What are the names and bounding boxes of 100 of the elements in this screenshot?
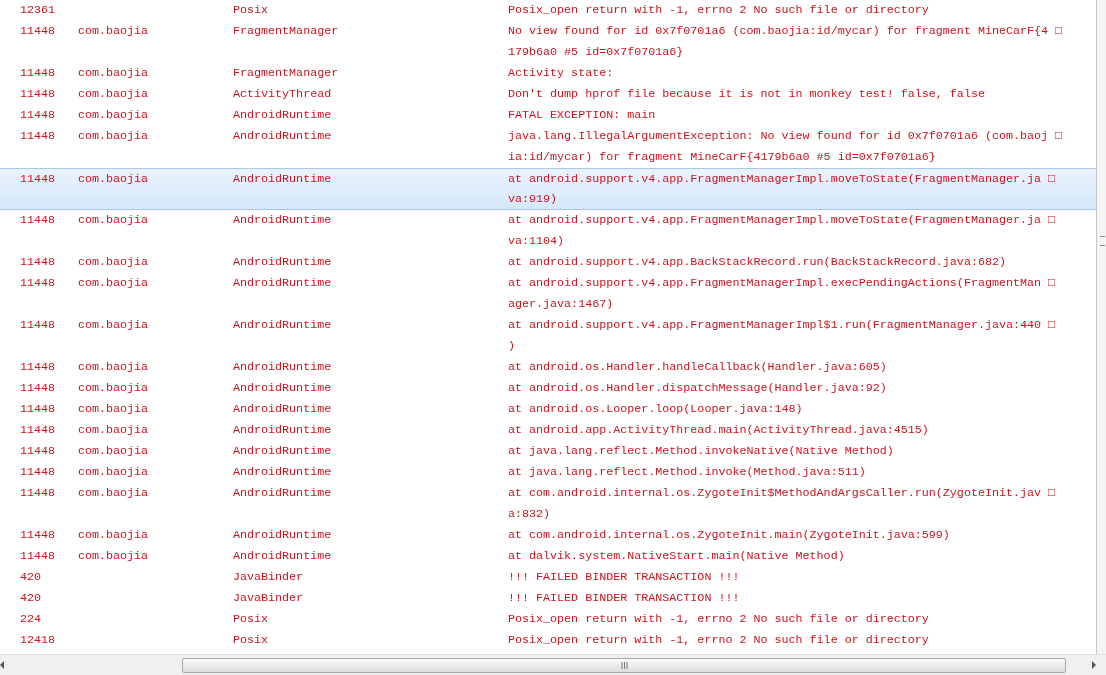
log-row[interactable]: 420 JavaBinder !!! FAILED BINDER TRANSACTION !!! [0,588,1096,609]
log-row[interactable]: 11448 com.baojia AndroidRuntime at java.lang.reflect.Method.invokeNative(Native Method) [0,441,1096,462]
message-line: !!! FAILED BINDER TRANSACTION !!! [508,569,741,586]
pid-cell-text: 420 [20,569,43,586]
message-line: at android.support.v4.app.FragmentManagerImpl.execPendingActions(FragmentMan □ [508,275,1057,292]
message-line: !!! FAILED BINDER TRANSACTION !!! [508,590,741,607]
message-line: a:832) [508,506,552,523]
app-cell-text: com.baojia [78,128,150,145]
message-line: at android.os.Looper.loop(Looper.java:148) [508,401,804,418]
log-row[interactable]: 11448 com.baojia AndroidRuntime at android.os.Handler.dispatchMessage(Handler.java:92) [0,378,1096,399]
app-cell-text: com.baojia [78,380,150,397]
pid-cell-text: 11448 [20,171,57,188]
app-cell-text: com.baojia [78,443,150,460]
message-line: ia:id/mycar) for fragment MineCarF{4179b6a0 #5 id=0x7f0701a6} [508,149,937,166]
log-row[interactable]: 11448 com.baojia AndroidRuntime at java.lang.reflect.Method.invoke(Method.java:511) [0,462,1096,483]
pid-cell-text: 11448 [20,107,57,124]
tag-cell-text: AndroidRuntime [233,275,333,292]
app-cell-text: com.baojia [78,485,150,502]
message-line: at android.support.v4.app.FragmentManagerImpl.moveToState(FragmentManager.ja □ [508,212,1057,229]
log-row[interactable]: 11448 com.baojia AndroidRuntime at dalvik.system.NativeStart.main(Native Method) [0,546,1096,567]
log-row[interactable]: 11448 com.baojia AndroidRuntime at android.support.v4.app.FragmentManagerImpl.moveToState(FragmentManager.ja □ va:1104) [0,210,1096,252]
message-line: at android.app.ActivityThread.main(ActivityThread.java:4515) [508,422,930,439]
log-row[interactable]: 224 Posix Posix_open return with -1, errno 2 No such file or directory [0,609,1096,630]
pid-cell-text: 420 [20,590,43,607]
tag-cell-text: AndroidRuntime [233,317,333,334]
tag-cell-text: AndroidRuntime [233,171,333,188]
pid-cell-text: 11448 [20,548,57,565]
message-line: Posix_open return with -1, errno 2 No such file or directory [508,632,930,649]
log-row[interactable]: 11448 com.baojia ActivityThread Don't dump hprof file because it is not in monkey test! false, false [0,84,1096,105]
log-row[interactable]: 11448 com.baojia AndroidRuntime FATAL EXCEPTION: main [0,105,1096,126]
message-line: va:919) [508,191,559,208]
app-cell-text: com.baojia [78,275,150,292]
message-line: ager.java:1467) [508,296,615,313]
message-line: Posix_open return with -1, errno 2 No such file or directory [508,2,930,19]
tag-cell-text: FragmentManager [233,23,340,40]
message-line: at java.lang.reflect.Method.invokeNative(Native Method) [508,443,895,460]
log-row[interactable]: 11448 com.baojia AndroidRuntime at android.support.v4.app.FragmentManagerImpl$1.run(FragmentManager.java:440 □ ) [0,315,1096,357]
tag-cell-text: AndroidRuntime [233,548,333,565]
pid-cell-text: 12361 [20,2,57,19]
app-cell-text: com.baojia [78,254,150,271]
scroll-thumb-grip-icon[interactable] [1100,236,1105,246]
message-line: Activity state: [508,65,615,82]
message-line: at java.lang.reflect.Method.invoke(Method.java:511) [508,464,867,481]
message-line: at dalvik.system.NativeStart.main(Native Method) [508,548,846,565]
vertical-scrollbar[interactable] [1097,0,1106,654]
app-cell-text: com.baojia [78,464,150,481]
scroll-thumb[interactable] [182,657,1066,673]
message-line: va:1104) [508,233,566,250]
pid-cell-text: 11448 [20,443,57,460]
pid-cell-text: 11448 [20,485,57,502]
app-cell-text: com.baojia [78,23,150,40]
log-row[interactable]: 11448 com.baojia AndroidRuntime at android.os.Handler.handleCallback(Handler.java:605) [0,357,1096,378]
log-row[interactable]: 11448 com.baojia AndroidRuntime at com.android.internal.os.ZygoteInit$MethodAndArgsCaller.run(ZygoteInit.jav □ a:832) [0,483,1096,525]
app-cell-text: com.baojia [78,317,150,334]
log-row[interactable]: 11448 com.baojia FragmentManager Activity state: [0,63,1096,84]
log-row[interactable]: 11448 com.baojia AndroidRuntime at android.support.v4.app.BackStackRecord.run(BackStackRecord.java:682) [0,252,1096,273]
tag-cell-text: Posix [233,611,270,628]
message-line: Posix_open return with -1, errno 2 No such file or directory [508,611,930,628]
tag-cell-text: JavaBinder [233,590,305,607]
tag-cell-text: AndroidRuntime [233,422,333,439]
log-row[interactable]: 12418 Posix Posix_open return with -1, errno 2 No such file or directory [0,630,1096,651]
app-cell-text: com.baojia [78,401,150,418]
app-cell-text: com.baojia [78,107,150,124]
message-line: Don't dump hprof file because it is not in monkey test! false, false [508,86,986,103]
app-cell-text: com.baojia [78,422,150,439]
app-cell-text: com.baojia [78,86,150,103]
message-line: No view found for id 0x7f0701a6 (com.baojia:id/mycar) for fragment MineCarF{4 □ [508,23,1064,40]
tag-cell-text: AndroidRuntime [233,128,333,145]
log-row[interactable]: 12361 Posix Posix_open return with -1, errno 2 No such file or directory [0,0,1096,21]
log-row[interactable]: 11448 com.baojia AndroidRuntime at android.os.Looper.loop(Looper.java:148) [0,399,1096,420]
tag-cell-text: AndroidRuntime [233,254,333,271]
pid-cell-text: 11448 [20,275,57,292]
app-cell-text: com.baojia [78,171,150,188]
tag-cell-text: JavaBinder [233,569,305,586]
tag-cell-text: AndroidRuntime [233,443,333,460]
app-cell-text: com.baojia [78,527,150,544]
pid-cell-text: 11448 [20,422,57,439]
log-row[interactable]: 11448 com.baojia AndroidRuntime at android.support.v4.app.FragmentManagerImpl.moveToState(FragmentManager.ja □ va:919) [0,168,1096,210]
pid-cell-text: 11448 [20,212,57,229]
pid-cell-text: 11448 [20,359,57,376]
log-row[interactable]: 420 JavaBinder !!! FAILED BINDER TRANSACTION !!! [0,567,1096,588]
tag-cell-text: AndroidRuntime [233,485,333,502]
message-line: 179b6a0 #5 id=0x7f0701a6} [508,44,685,61]
pid-cell-text: 11448 [20,380,57,397]
tag-cell-text: AndroidRuntime [233,107,333,124]
log-row[interactable]: 11448 com.baojia AndroidRuntime at android.app.ActivityThread.main(ActivityThread.java:4515) [0,420,1096,441]
pid-cell-text: 11448 [20,464,57,481]
pid-cell-text: 11448 [20,65,57,82]
message-line: at com.android.internal.os.ZygoteInit$MethodAndArgsCaller.run(ZygoteInit.jav □ [508,485,1057,502]
grip-icon [620,661,628,669]
log-row[interactable]: 11448 com.baojia AndroidRuntime at android.support.v4.app.FragmentManagerImpl.execPendingActions(FragmentMan □ ager.java:1467) [0,273,1096,315]
message-line: at com.android.internal.os.ZygoteInit.main(ZygoteInit.java:599) [508,527,951,544]
log-row[interactable]: 11448 com.baojia AndroidRuntime at com.android.internal.os.ZygoteInit.main(ZygoteInit.java:599) [0,525,1096,546]
message-line: at android.support.v4.app.BackStackRecord.run(BackStackRecord.java:682) [508,254,1007,271]
message-line: at android.support.v4.app.FragmentManagerImpl.moveToState(FragmentManager.ja □ [508,171,1057,188]
horizontal-scrollbar[interactable] [0,654,1106,675]
pid-cell-text: 11448 [20,254,57,271]
pid-cell-text: 11448 [20,23,57,40]
pid-cell-text: 11448 [20,401,57,418]
message-line: FATAL EXCEPTION: main [508,107,657,124]
